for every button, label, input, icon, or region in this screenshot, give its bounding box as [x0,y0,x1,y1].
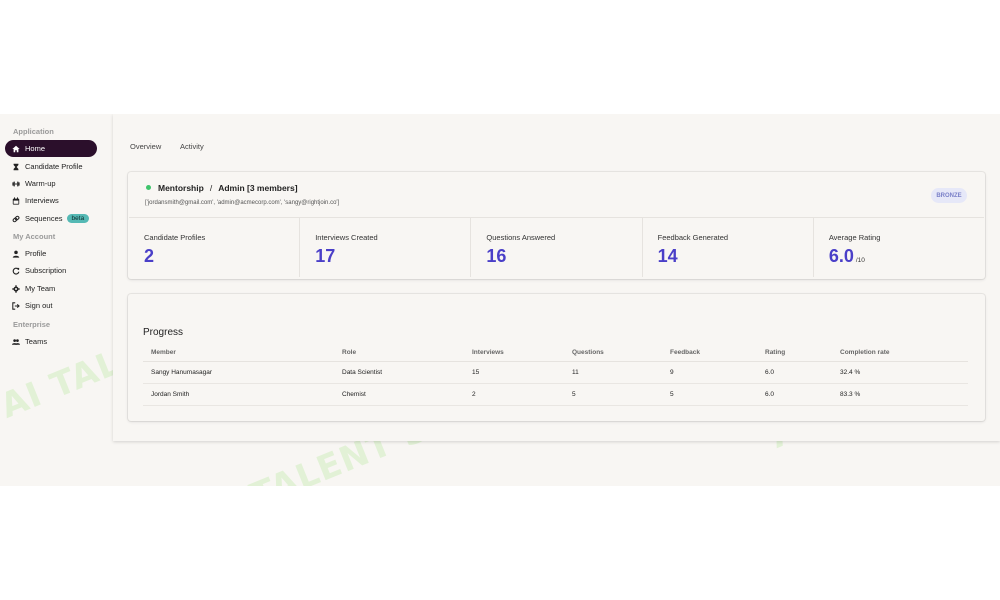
stat-candidate-profiles: Candidate Profiles 2 [129,218,301,277]
cell-questions: 5 [564,383,662,406]
sidebar-item-label: Sign out [25,301,53,310]
sidebar-item-profile[interactable]: Profile [5,245,97,262]
sidebar-item-my-team[interactable]: My Team [5,280,97,297]
table-row: Jordan Smith Chemist 2 5 5 6.0 83.3 % [143,383,968,406]
sidebar-item-label: Sequences [25,214,63,223]
sidebar-item-sign-out[interactable]: Sign out [5,297,97,314]
stat-questions-answered: Questions Answered 16 [471,218,643,277]
sidebar-item-teams[interactable]: Teams [5,333,97,350]
organization-role: Admin [3 members] [218,183,298,193]
sidebar-item-label: Interviews [25,196,59,205]
stat-value: 16 [486,246,507,266]
stat-label: Candidate Profiles [144,233,206,242]
sidebar-item-label: Candidate Profile [25,162,83,171]
tab-overview[interactable]: Overview [130,142,161,151]
stat-label: Feedback Generated [657,233,729,242]
gear-icon [12,284,20,293]
main-panel: Overview Activity Mentorship / Admin [3 me… [113,114,1000,441]
tier-badge: BRONZE [931,188,967,203]
column-header-interviews: Interviews [464,344,564,362]
home-icon [12,145,20,152]
cell-role: Data Scientist [334,361,464,384]
link-icon [12,215,20,222]
cell-completion-rate: 83.3 % [832,383,968,406]
sidebar-item-label: Warm-up [25,179,56,188]
users-icon [12,338,20,345]
table-row: Sangy Hanumasagar Data Scientist 15 11 9… [143,361,968,384]
beta-badge: beta [66,214,90,223]
sidebar: Application Home Candidate Profile Warm-… [0,114,104,486]
sidebar-item-candidate-profile[interactable]: Candidate Profile [5,158,97,175]
cell-interviews: 2 [464,383,564,406]
sidebar-item-home[interactable]: Home [5,140,97,157]
cell-role: Chemist [334,383,464,406]
calendar-icon [12,196,20,205]
stat-value: 2 [144,246,155,266]
cell-member: Jordan Smith [143,383,334,406]
rating-unit: /10 [855,257,865,264]
sidebar-item-label: Home [25,144,46,153]
status-dot [146,185,151,190]
user-icon [12,250,20,258]
sidebar-item-warm-up[interactable]: Warm-up [5,175,97,192]
member-emails: ['jordansmith@gmail.com', 'admin@acmecor… [145,200,340,206]
stat-label: Average Rating [828,233,881,242]
stat-value: 6.0/10 [829,246,865,267]
column-header-questions: Questions [564,344,662,362]
sidebar-item-label: Teams [25,337,48,346]
cell-interviews: 15 [464,361,564,384]
sidebar-section-my-account: My Account [13,232,56,241]
sidebar-section-application: Application [13,127,54,136]
stat-feedback-generated: Feedback Generated 14 [643,218,814,277]
cell-completion-rate: 32.4 % [832,361,968,384]
organization-card: Mentorship / Admin [3 members] ['jordansmi… [128,172,985,279]
tab-activity[interactable]: Activity [180,142,204,151]
column-header-rating: Rating [757,344,832,362]
stat-label: Questions Answered [486,233,556,242]
cell-questions: 11 [564,361,662,384]
sidebar-item-sequences[interactable]: Sequences beta [5,210,97,227]
dumbbell-icon [12,181,20,186]
sidebar-item-label: Profile [25,249,47,258]
sidebar-section-enterprise: Enterprise [13,320,51,329]
app-window: AI TALENT SPACE AI TALENT SPACE AI TALEN… [0,114,1000,486]
stat-value: 17 [315,246,336,266]
progress-card: Progress Member Role Interviews Question… [128,294,985,421]
table-header-row: Member Role Interviews Questions Feedbac… [143,344,968,362]
column-header-completion-rate: Completion rate [832,344,968,362]
column-header-feedback: Feedback [662,344,757,362]
cell-rating: 6.0 [757,383,832,406]
sign-out-icon [12,301,20,310]
cell-rating: 6.0 [757,361,832,384]
stat-average-rating: Average Rating 6.0/10 [814,218,984,277]
refresh-icon [12,267,20,275]
cell-member: Sangy Hanumasagar [143,361,334,384]
sidebar-item-subscription[interactable]: Subscription [5,262,97,279]
stats-row: Candidate Profiles 2 Interviews Created … [129,217,984,277]
organization-title: Mentorship / Admin [3 members] [158,183,298,193]
stat-interviews-created: Interviews Created 17 [300,218,472,277]
rating-value: 6.0 [828,246,854,266]
hourglass-icon [13,163,19,170]
sidebar-item-label: Subscription [25,266,67,275]
organization-name: Mentorship [158,183,204,193]
progress-title: Progress [143,327,184,338]
title-separator: / [209,183,213,193]
progress-table: Member Role Interviews Questions Feedbac… [143,344,968,406]
cell-feedback: 9 [662,361,757,384]
stat-label: Interviews Created [315,233,378,242]
sidebar-item-interviews[interactable]: Interviews [5,192,97,209]
column-header-member: Member [143,344,334,362]
sidebar-item-label: My Team [25,284,56,293]
column-header-role: Role [334,344,464,362]
cell-feedback: 5 [662,383,757,406]
stat-value: 14 [657,246,678,266]
